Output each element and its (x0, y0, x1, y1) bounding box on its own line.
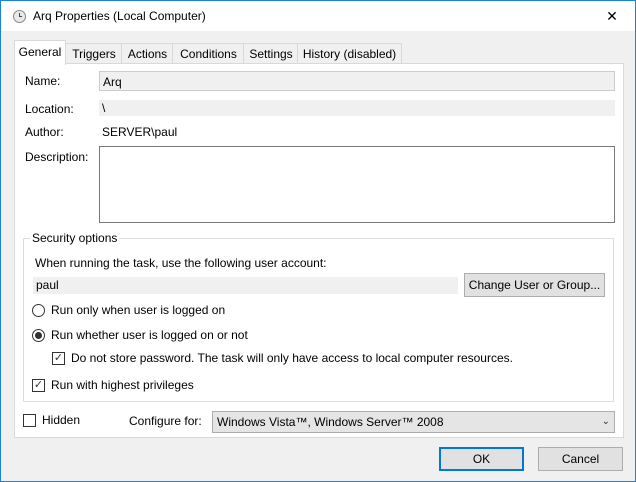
change-user-button[interactable]: Change User or Group... (464, 273, 605, 297)
name-field[interactable]: Arq (99, 71, 615, 91)
configure-for-select[interactable]: Windows Vista™, Windows Server™ 2008 ⌄ (212, 411, 615, 433)
run-whether-label[interactable]: Run whether user is logged on or not (51, 328, 248, 342)
account-prompt: When running the task, use the following… (35, 256, 327, 270)
close-button[interactable]: ✕ (589, 1, 635, 31)
location-value: \ (99, 100, 615, 116)
hidden-label[interactable]: Hidden (42, 413, 80, 427)
radio-selected-dot (35, 332, 42, 339)
tab-conditions[interactable]: Conditions (172, 43, 245, 64)
configure-for-value: Windows Vista™, Windows Server™ 2008 (217, 415, 444, 429)
hidden-checkbox[interactable] (23, 414, 36, 427)
cancel-button[interactable]: Cancel (538, 447, 623, 471)
user-account-value: paul (33, 277, 458, 294)
tab-general[interactable]: General (14, 40, 66, 65)
configure-for-label: Configure for: (129, 414, 202, 428)
description-textarea[interactable] (99, 146, 615, 223)
title-bar[interactable]: Arq Properties (Local Computer) ✕ (1, 1, 635, 31)
ok-button[interactable]: OK (439, 447, 524, 471)
window-title: Arq Properties (Local Computer) (33, 9, 206, 23)
security-options-title: Security options (30, 231, 120, 245)
highest-privileges-label[interactable]: Run with highest privileges (51, 378, 194, 392)
task-scheduler-icon (13, 10, 26, 23)
run-logged-on-radio[interactable] (32, 304, 45, 317)
highest-privileges-checkbox[interactable]: ✓ (32, 379, 45, 392)
run-whether-radio[interactable] (32, 329, 45, 342)
run-logged-on-label[interactable]: Run only when user is logged on (51, 303, 225, 317)
chevron-down-icon: ⌄ (601, 416, 610, 427)
properties-window: Arq Properties (Local Computer) ✕ Genera… (0, 0, 636, 482)
no-store-password-checkbox[interactable]: ✓ (52, 352, 65, 365)
tab-history[interactable]: History (disabled) (297, 43, 402, 64)
description-label: Description: (25, 150, 89, 164)
tab-actions[interactable]: Actions (121, 43, 174, 64)
author-label: Author: (25, 125, 64, 139)
tab-settings[interactable]: Settings (243, 43, 299, 64)
tab-triggers[interactable]: Triggers (65, 43, 123, 64)
location-label: Location: (25, 102, 74, 116)
author-value: SERVER\paul (102, 125, 178, 139)
name-label: Name: (25, 74, 61, 88)
no-store-password-label[interactable]: Do not store password. The task will onl… (71, 351, 513, 365)
